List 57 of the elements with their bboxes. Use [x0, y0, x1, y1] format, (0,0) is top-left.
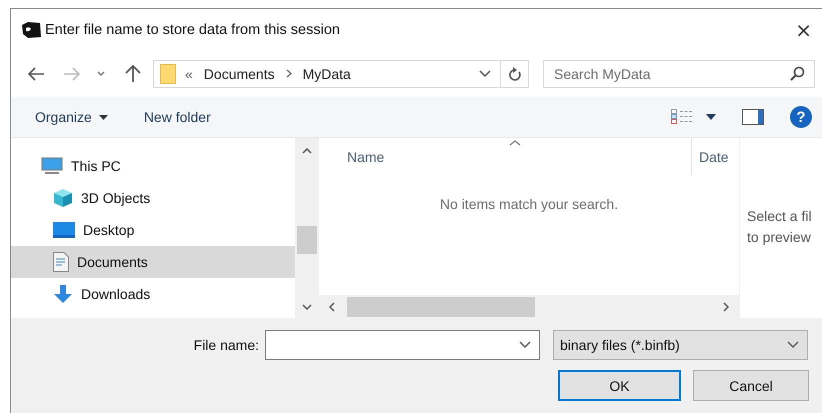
- scroll-up-icon[interactable]: [302, 148, 312, 154]
- organize-button[interactable]: Organize: [25, 105, 118, 129]
- empty-message: No items match your search.: [440, 196, 618, 214]
- preview-text: to preview: [747, 228, 812, 247]
- dropdown-icon[interactable]: [479, 70, 491, 78]
- file-type-dropdown[interactable]: binary files (*.binfb): [553, 330, 808, 360]
- new-folder-button[interactable]: New folder: [134, 105, 221, 129]
- preview-pane-icon[interactable]: [742, 109, 764, 125]
- breadcrumb[interactable]: MyData: [302, 66, 351, 82]
- up-arrow-icon[interactable]: [125, 64, 141, 82]
- sort-up-icon: [509, 140, 521, 146]
- monitor-icon: [53, 222, 75, 238]
- sidebar-label: Desktop: [83, 222, 134, 238]
- vertical-scrollbar[interactable]: [295, 138, 318, 318]
- sidebar-item[interactable]: Desktop: [11, 214, 295, 246]
- address-bar[interactable]: « Documents MyData: [153, 60, 529, 88]
- window-title: Enter file name to store data from this session: [45, 22, 340, 38]
- sidebar-label: Downloads: [81, 286, 150, 302]
- folder-icon: [160, 64, 176, 84]
- column-header[interactable]: Date: [691, 138, 729, 175]
- app-icon: [20, 20, 42, 38]
- chevron-icon: [286, 69, 292, 78]
- back-arrow-icon[interactable]: [27, 66, 45, 80]
- sidebar-item[interactable]: Downloads: [11, 278, 295, 310]
- sidebar-item[interactable]: Documents: [11, 246, 295, 278]
- preview-text: Select a fil: [747, 207, 813, 226]
- column-header[interactable]: Name: [319, 148, 691, 164]
- sidebar-label: 3D Objects: [81, 190, 150, 206]
- sidebar-item[interactable]: This PC: [11, 150, 295, 182]
- computer-icon: [41, 157, 63, 175]
- file-name-field[interactable]: [265, 330, 540, 360]
- close-button[interactable]: ×: [789, 18, 818, 42]
- refresh-icon[interactable]: [508, 66, 522, 82]
- scroll-down-icon[interactable]: [302, 304, 312, 310]
- caret-icon: [98, 114, 108, 120]
- sidebar-label: Documents: [77, 254, 148, 270]
- breadcrumb[interactable]: Documents: [204, 66, 275, 82]
- cancel-button[interactable]: Cancel: [693, 370, 809, 401]
- sidebar-item[interactable]: 3D Objects: [11, 182, 295, 214]
- document-icon: [53, 252, 69, 272]
- down-arrow-icon: [53, 284, 73, 304]
- file-name-label: File name:: [192, 337, 259, 353]
- search-icon[interactable]: [789, 66, 805, 82]
- scroll-thumb[interactable]: [347, 296, 535, 316]
- view-options-icon[interactable]: [671, 109, 693, 125]
- caret-icon[interactable]: [706, 114, 716, 120]
- sidebar-label: This PC: [71, 158, 121, 174]
- help-button[interactable]: ?: [790, 106, 812, 128]
- scroll-right-icon[interactable]: [723, 302, 729, 312]
- scroll-left-icon[interactable]: [329, 302, 335, 312]
- scroll-thumb[interactable]: [296, 226, 316, 254]
- cube-icon: [53, 188, 73, 208]
- search-field[interactable]: Search MyData: [543, 60, 815, 88]
- dropdown-icon: [787, 341, 799, 349]
- ok-button[interactable]: OK: [558, 370, 681, 401]
- overflow-chevron[interactable]: «: [185, 66, 193, 82]
- dropdown-icon[interactable]: [519, 341, 531, 349]
